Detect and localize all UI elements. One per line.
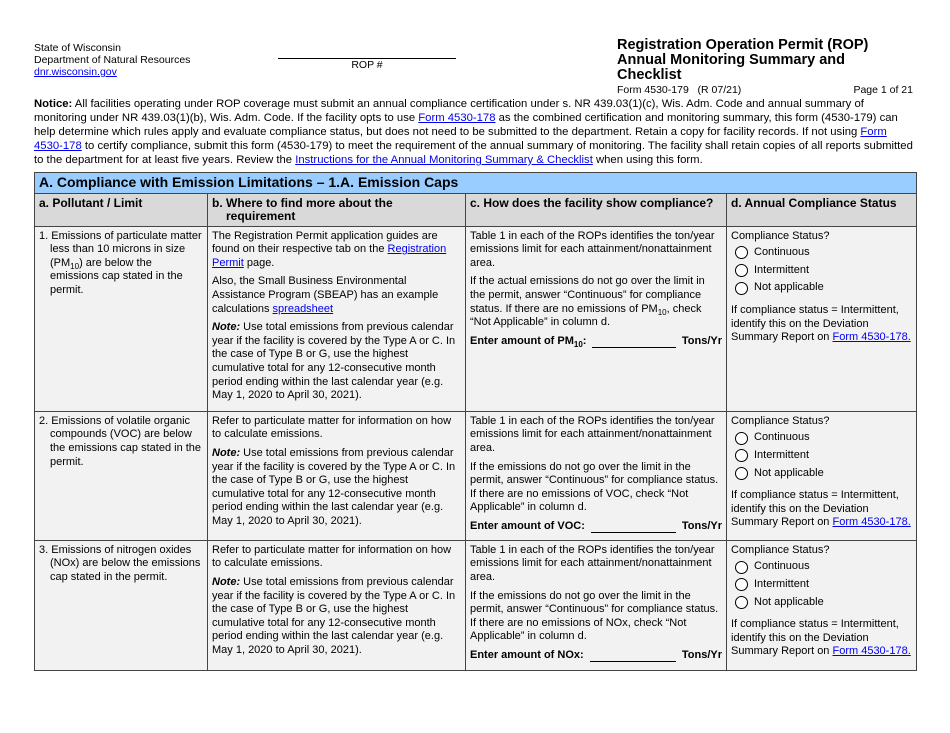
- column-header-status: d. Annual Compliance Status: [726, 192, 917, 227]
- form-title-block: Registration Operation Permit (ROP) Annu…: [617, 37, 913, 97]
- status-cell: Compliance Status? Continuous Intermitte…: [726, 225, 917, 412]
- radio-circle-icon[interactable]: [735, 281, 748, 295]
- radio-circle-icon[interactable]: [735, 595, 748, 609]
- where-cell: The Registration Permit application guid…: [207, 225, 466, 412]
- radio-circle-icon[interactable]: [735, 466, 748, 480]
- radio-intermittent[interactable]: Intermittent: [735, 449, 912, 463]
- form-title-line1: Registration Operation Permit (ROP): [617, 37, 869, 53]
- section-title: A. Compliance with Emission Limitations …: [34, 172, 917, 194]
- radio-intermittent[interactable]: Intermittent: [735, 264, 912, 278]
- form-number: Form 4530-179 (R 07/21): [617, 84, 742, 96]
- spreadsheet-link[interactable]: spreadsheet: [273, 303, 334, 315]
- where-cell: Refer to particulate matter for informat…: [207, 410, 466, 541]
- emission-caps-table: A. Compliance with Emission Limitations …: [34, 172, 917, 671]
- table-row: 3. Emissions of nitrogen oxides (NOx) ar…: [34, 539, 917, 671]
- radio-not-applicable[interactable]: Not applicable: [735, 281, 912, 295]
- how-cell: Table 1 in each of the ROPs identifies t…: [465, 225, 727, 412]
- column-header-how: c. How does the facility show compliance…: [465, 192, 727, 227]
- radio-circle-icon[interactable]: [735, 431, 748, 445]
- agency-block: State of Wisconsin Department of Natural…: [34, 42, 190, 78]
- radio-continuous[interactable]: Continuous: [735, 431, 912, 445]
- how-cell: Table 1 in each of the ROPs identifies t…: [465, 410, 727, 541]
- pm10-amount-input[interactable]: [592, 336, 676, 349]
- agency-state: State of Wisconsin: [34, 42, 121, 54]
- column-header-pollutant: a. Pollutant / Limit: [34, 192, 208, 227]
- status-question: Compliance Status?: [731, 414, 830, 427]
- amount-unit: Tons/Yr: [681, 519, 722, 532]
- page-info: Page 1 of 21: [853, 84, 913, 96]
- notice-label: Notice:: [34, 98, 73, 110]
- radio-circle-icon[interactable]: [735, 578, 748, 592]
- status-note: If compliance status = Intermittent, ide…: [731, 303, 911, 344]
- radio-circle-icon[interactable]: [735, 264, 748, 278]
- radio-not-applicable[interactable]: Not applicable: [735, 467, 912, 481]
- table-row: 1. Emissions of particulate matter less …: [34, 225, 917, 412]
- amount-label: Enter amount of VOC:: [470, 519, 585, 532]
- radio-continuous[interactable]: Continuous: [735, 560, 912, 574]
- instructions-link[interactable]: Instructions for the Annual Monitoring S…: [295, 154, 593, 166]
- amount-unit: Tons/Yr: [681, 334, 722, 347]
- status-cell: Compliance Status? Continuous Intermitte…: [726, 539, 917, 671]
- pollutant-cell: 3. Emissions of nitrogen oxides (NOx) ar…: [34, 539, 208, 671]
- pollutant-cell: 1. Emissions of particulate matter less …: [34, 225, 208, 412]
- amount-unit: Tons/Yr: [681, 648, 722, 661]
- form-4530-178-link[interactable]: Form 4530-178: [418, 112, 495, 124]
- agency-website-link[interactable]: dnr.wisconsin.gov: [34, 66, 117, 78]
- amount-label: Enter amount of PM10:: [470, 334, 587, 349]
- radio-continuous[interactable]: Continuous: [735, 246, 912, 260]
- radio-circle-icon[interactable]: [735, 449, 748, 463]
- radio-intermittent[interactable]: Intermittent: [735, 578, 912, 592]
- status-cell: Compliance Status? Continuous Intermitte…: [726, 410, 917, 541]
- radio-circle-icon[interactable]: [735, 246, 748, 260]
- status-question: Compliance Status?: [731, 229, 830, 242]
- amount-label: Enter amount of NOx:: [470, 648, 584, 661]
- column-header-where: b. Where to find more about the requirem…: [207, 192, 466, 227]
- form-4530-178-link[interactable]: Form 4530-178.: [832, 516, 910, 528]
- form-title-line2: Annual Monitoring Summary and Checklist: [617, 52, 845, 83]
- notice-text: when using this form.: [592, 154, 703, 166]
- where-cell: Refer to particulate matter for informat…: [207, 539, 466, 671]
- radio-circle-icon[interactable]: [735, 560, 748, 574]
- voc-amount-input[interactable]: [590, 521, 676, 534]
- status-note: If compliance status = Intermittent, ide…: [731, 489, 911, 529]
- table-row: 2. Emissions of volatile organic compoun…: [34, 410, 917, 541]
- radio-not-applicable[interactable]: Not applicable: [735, 596, 912, 610]
- notice-paragraph: Notice: All facilities operating under R…: [34, 97, 916, 167]
- pollutant-cell: 2. Emissions of volatile organic compoun…: [34, 410, 208, 541]
- nox-amount-input[interactable]: [589, 650, 676, 663]
- form-4530-178-link[interactable]: Form 4530-178.: [832, 331, 910, 343]
- rop-number-label: ROP #: [351, 59, 383, 71]
- status-question: Compliance Status?: [731, 543, 830, 556]
- agency-department: Department of Natural Resources: [34, 54, 191, 66]
- status-note: If compliance status = Intermittent, ide…: [731, 618, 911, 658]
- form-4530-178-link[interactable]: Form 4530-178.: [832, 645, 910, 657]
- how-cell: Table 1 in each of the ROPs identifies t…: [465, 539, 727, 671]
